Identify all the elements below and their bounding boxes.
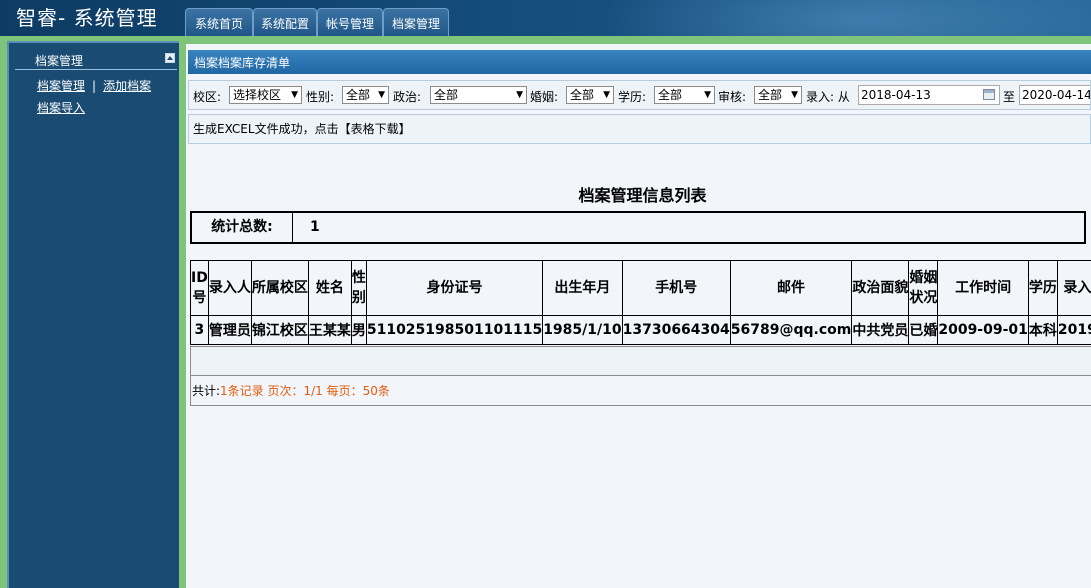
date-to-input[interactable]: 2020-04-14 bbox=[1019, 85, 1091, 105]
tab-archive-management[interactable]: 档案管理 bbox=[383, 8, 449, 36]
date-to-label: 至 bbox=[1003, 90, 1016, 104]
column-header: 政治面貌 bbox=[851, 260, 910, 316]
education-select-value: 全部 bbox=[658, 88, 683, 102]
panel-title: 档案档案库存清单 bbox=[188, 50, 1091, 74]
table-cell: 中共党员 bbox=[851, 315, 910, 345]
chevron-down-icon: ▼ bbox=[603, 90, 610, 100]
column-header: 录入人 bbox=[207, 260, 252, 316]
education-label: 学历: bbox=[618, 90, 647, 104]
filter-bar: 校区: 选择校区 ▼ 性别: 全部 ▼ 政治: 全部 ▼ 婚姻: 全部 ▼ 学历… bbox=[188, 80, 1091, 110]
marital-select-value: 全部 bbox=[570, 88, 595, 102]
column-header: 学历 bbox=[1027, 260, 1058, 316]
chevron-down-icon: ▼ bbox=[791, 90, 798, 100]
table-header-row: ID号 录入人 所属校区 姓名 性别 身份证号 出生年月 手机号 邮件 政治面貌… bbox=[190, 260, 1091, 316]
column-header: 出生年月 bbox=[542, 260, 623, 316]
calendar-icon[interactable] bbox=[983, 89, 995, 100]
political-select[interactable]: 全部 ▼ bbox=[430, 86, 527, 104]
review-label: 审核: bbox=[718, 90, 747, 104]
table-cell: 锦江校区 bbox=[250, 315, 309, 345]
column-header: 工作时间 bbox=[937, 260, 1029, 316]
table-cell: 13730664304 bbox=[621, 315, 731, 345]
entry-from-label: 录入: 从 bbox=[806, 90, 850, 104]
column-header: 所属校区 bbox=[250, 260, 309, 316]
table-cell: 已婚 bbox=[908, 315, 939, 345]
column-header: 录入 bbox=[1056, 260, 1091, 316]
export-message[interactable]: 生成EXCEL文件成功，点击【表格下载】 bbox=[188, 114, 1091, 144]
chevron-down-icon: ▼ bbox=[704, 90, 711, 100]
pagination: 共计:1条记录 页次：1/1 每页：50条 bbox=[190, 376, 1091, 406]
review-select[interactable]: 全部 ▼ bbox=[754, 86, 802, 104]
date-from-value: 2018-04-13 bbox=[861, 88, 931, 102]
sidebar-link-archive-management[interactable]: 档案管理 bbox=[37, 79, 85, 93]
marital-select[interactable]: 全部 ▼ bbox=[566, 86, 614, 104]
collapse-icon[interactable] bbox=[165, 53, 175, 63]
education-select[interactable]: 全部 ▼ bbox=[654, 86, 715, 104]
column-header: 身份证号 bbox=[365, 260, 544, 316]
chevron-down-icon: ▼ bbox=[378, 90, 385, 100]
table-cell: 2009-09-01 bbox=[937, 315, 1029, 345]
link-separator: | bbox=[92, 79, 97, 93]
column-header: 邮件 bbox=[729, 260, 853, 316]
date-to-value: 2020-04-14 bbox=[1022, 88, 1091, 102]
table-cell: 3 bbox=[190, 315, 209, 345]
stats-box: 统计总数: 1 bbox=[190, 211, 1086, 244]
table-cell: 王某某 bbox=[307, 315, 352, 345]
column-header: 婚姻状况 bbox=[908, 260, 939, 316]
review-select-value: 全部 bbox=[758, 88, 783, 102]
table-cell: 1985/1/10 bbox=[542, 315, 623, 345]
chevron-down-icon: ▼ bbox=[291, 90, 298, 100]
sidebar-link-archive-import[interactable]: 档案导入 bbox=[37, 101, 85, 115]
app-logo: 智睿- 系统管理 bbox=[16, 6, 158, 30]
stats-value: 1 bbox=[310, 219, 320, 235]
column-header: 姓名 bbox=[307, 260, 352, 316]
sidebar-section-header: 档案管理 bbox=[15, 51, 177, 70]
table-row[interactable]: 3 管理员 锦江校区 王某某 男 511025198501101115 1985… bbox=[190, 315, 1091, 345]
column-header: 性别 bbox=[350, 260, 367, 316]
sidebar-section-title: 档案管理 bbox=[35, 54, 84, 68]
table-cell: 2019 bbox=[1056, 315, 1091, 345]
table-cell: 男 bbox=[350, 315, 367, 345]
gender-label: 性别: bbox=[306, 90, 335, 104]
tab-system-home[interactable]: 系统首页 bbox=[185, 8, 253, 36]
archive-table: ID号 录入人 所属校区 姓名 性别 身份证号 出生年月 手机号 邮件 政治面貌… bbox=[190, 260, 1091, 345]
political-label: 政治: bbox=[393, 90, 422, 104]
app-header: 智睿- 系统管理 系统首页 系统配置 帐号管理 档案管理 bbox=[0, 0, 1091, 40]
chevron-down-icon: ▼ bbox=[516, 90, 523, 100]
column-header: 手机号 bbox=[621, 260, 731, 316]
sidebar: 档案管理 档案管理 | 添加档案 档案导入 bbox=[7, 41, 179, 588]
table-cell: 管理员 bbox=[207, 315, 252, 345]
header-glow bbox=[600, 0, 1091, 40]
marital-label: 婚姻: bbox=[530, 90, 559, 104]
table-empty-row bbox=[190, 346, 1091, 376]
gender-select-value: 全部 bbox=[346, 88, 371, 102]
report-title: 档案管理信息列表 bbox=[578, 186, 707, 205]
gender-select[interactable]: 全部 ▼ bbox=[342, 86, 389, 104]
political-select-value: 全部 bbox=[434, 88, 459, 102]
date-from-input[interactable]: 2018-04-13 bbox=[858, 85, 1000, 105]
campus-select-value: 选择校区 bbox=[233, 88, 282, 102]
campus-label: 校区: bbox=[193, 90, 222, 104]
table-cell: 本科 bbox=[1027, 315, 1058, 345]
campus-select[interactable]: 选择校区 ▼ bbox=[229, 86, 302, 104]
tab-account-management[interactable]: 帐号管理 bbox=[317, 8, 383, 36]
pagination-prefix: 共计: bbox=[192, 384, 221, 398]
stats-label: 统计总数: bbox=[192, 213, 293, 242]
main-content: 档案档案库存清单 校区: 选择校区 ▼ 性别: 全部 ▼ 政治: 全部 ▼ 婚姻… bbox=[186, 44, 1091, 588]
table-cell: 511025198501101115 bbox=[365, 315, 544, 345]
sidebar-link-add-archive[interactable]: 添加档案 bbox=[103, 79, 151, 93]
tab-system-config[interactable]: 系统配置 bbox=[253, 8, 317, 36]
sidebar-links: 档案管理 | 添加档案 档案导入 bbox=[37, 75, 151, 119]
pagination-info: 1条记录 页次：1/1 每页：50条 bbox=[220, 384, 390, 398]
table-cell: 56789@qq.com bbox=[729, 315, 853, 345]
column-header: ID号 bbox=[190, 260, 209, 316]
